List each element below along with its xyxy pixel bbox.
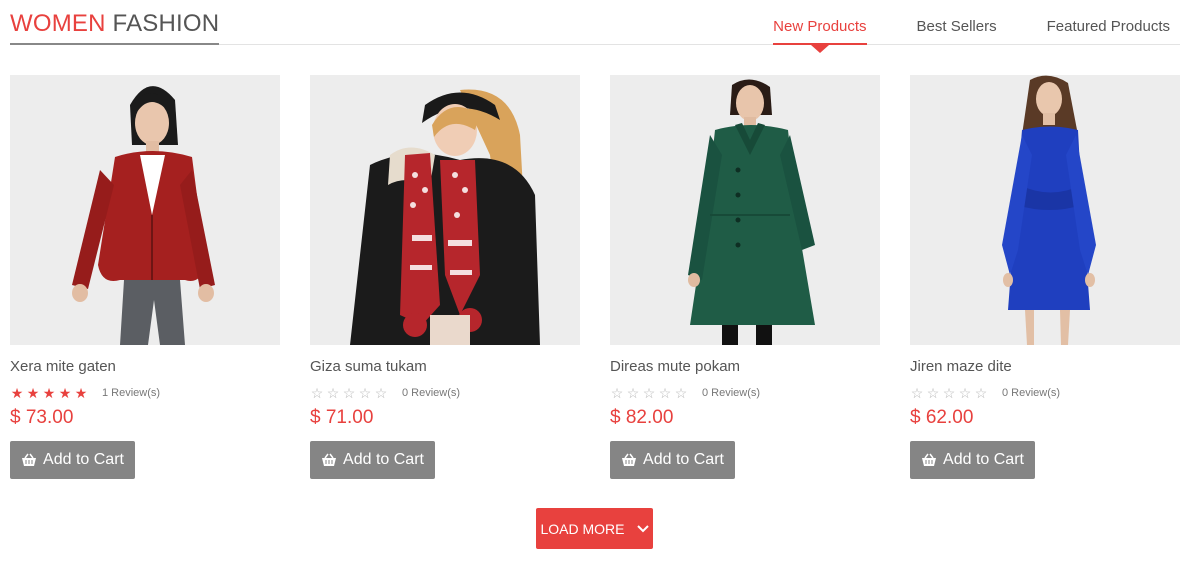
section-title-rest: FASHION bbox=[112, 10, 220, 37]
star-rating: ☆ ☆ ☆ ☆ ☆ bbox=[310, 386, 388, 400]
star-empty-icon: ☆ bbox=[626, 385, 640, 401]
product-card: Jiren maze dite ☆ ☆ ☆ ☆ ☆ 0 Review(s) $ … bbox=[910, 75, 1180, 479]
product-image[interactable] bbox=[310, 75, 580, 345]
tab-label: Best Sellers bbox=[916, 18, 997, 35]
basket-icon bbox=[622, 453, 637, 466]
star-filled-icon: ★ bbox=[26, 385, 40, 401]
load-more-label: LOAD MORE bbox=[540, 520, 625, 537]
product-tabs: New Products Best Sellers Featured Produ… bbox=[723, 18, 1170, 53]
add-to-cart-button[interactable]: Add to Cart bbox=[610, 441, 735, 479]
product-price: $ 71.00 bbox=[310, 407, 374, 428]
review-count[interactable]: 0 Review(s) bbox=[702, 387, 760, 399]
product-price: $ 62.00 bbox=[910, 407, 974, 428]
star-empty-icon: ☆ bbox=[642, 385, 656, 401]
review-count[interactable]: 0 Review(s) bbox=[402, 387, 460, 399]
product-rating: ★ ★ ★ ★ ★ 1 Review(s) bbox=[10, 385, 280, 401]
tab-new-products[interactable]: New Products bbox=[773, 18, 867, 53]
star-empty-icon: ☆ bbox=[910, 385, 924, 401]
product-image[interactable] bbox=[910, 75, 1180, 345]
star-filled-icon: ★ bbox=[42, 385, 56, 401]
review-count[interactable]: 1 Review(s) bbox=[102, 387, 160, 399]
tab-label: Featured Products bbox=[1046, 18, 1170, 35]
basket-icon bbox=[322, 453, 337, 466]
star-empty-icon: ☆ bbox=[374, 385, 388, 401]
add-to-cart-label: Add to Cart bbox=[43, 451, 124, 468]
star-filled-icon: ★ bbox=[58, 385, 72, 401]
blue-dress-model-icon bbox=[910, 75, 1180, 345]
product-card: Giza suma tukam ☆ ☆ ☆ ☆ ☆ 0 Review(s) $ … bbox=[310, 75, 580, 479]
star-empty-icon: ☆ bbox=[326, 385, 340, 401]
load-more-button[interactable]: LOAD MORE bbox=[536, 508, 653, 549]
product-name[interactable]: Giza suma tukam bbox=[310, 357, 580, 377]
star-empty-icon: ☆ bbox=[958, 385, 972, 401]
product-name[interactable]: Jiren maze dite bbox=[910, 357, 1180, 377]
star-empty-icon: ☆ bbox=[658, 385, 672, 401]
section-title: WOMEN FASHION bbox=[10, 10, 220, 45]
section-title-accent: WOMEN bbox=[10, 10, 106, 37]
tab-best-sellers[interactable]: Best Sellers bbox=[917, 18, 997, 45]
product-rating: ☆ ☆ ☆ ☆ ☆ 0 Review(s) bbox=[910, 385, 1180, 401]
product-price: $ 82.00 bbox=[610, 407, 674, 428]
star-rating: ★ ★ ★ ★ ★ bbox=[10, 386, 88, 400]
add-to-cart-button[interactable]: Add to Cart bbox=[310, 441, 435, 479]
review-count[interactable]: 0 Review(s) bbox=[1002, 387, 1060, 399]
basket-icon bbox=[22, 453, 37, 466]
chevron-down-icon bbox=[636, 524, 649, 532]
star-empty-icon: ☆ bbox=[942, 385, 956, 401]
product-rating: ☆ ☆ ☆ ☆ ☆ 0 Review(s) bbox=[610, 385, 880, 401]
star-empty-icon: ☆ bbox=[926, 385, 940, 401]
product-card: Xera mite gaten ★ ★ ★ ★ ★ 1 Review(s) $ … bbox=[10, 75, 280, 479]
product-name[interactable]: Direas mute pokam bbox=[610, 357, 880, 377]
green-coat-model-icon bbox=[610, 75, 880, 345]
star-empty-icon: ☆ bbox=[342, 385, 356, 401]
tab-featured-products[interactable]: Featured Products bbox=[1047, 18, 1170, 45]
product-image[interactable] bbox=[610, 75, 880, 345]
star-empty-icon: ☆ bbox=[358, 385, 372, 401]
add-to-cart-label: Add to Cart bbox=[643, 451, 724, 468]
product-grid: Xera mite gaten ★ ★ ★ ★ ★ 1 Review(s) $ … bbox=[10, 75, 1180, 479]
add-to-cart-label: Add to Cart bbox=[943, 451, 1024, 468]
star-empty-icon: ☆ bbox=[974, 385, 988, 401]
winter-scarf-model-icon bbox=[310, 75, 580, 345]
product-price: $ 73.00 bbox=[10, 407, 74, 428]
star-empty-icon: ☆ bbox=[674, 385, 688, 401]
add-to-cart-label: Add to Cart bbox=[343, 451, 424, 468]
star-empty-icon: ☆ bbox=[610, 385, 624, 401]
add-to-cart-button[interactable]: Add to Cart bbox=[910, 441, 1035, 479]
product-card: Direas mute pokam ☆ ☆ ☆ ☆ ☆ 0 Review(s) … bbox=[610, 75, 880, 479]
product-rating: ☆ ☆ ☆ ☆ ☆ 0 Review(s) bbox=[310, 385, 580, 401]
tab-label: New Products bbox=[773, 18, 867, 35]
basket-icon bbox=[922, 453, 937, 466]
star-rating: ☆ ☆ ☆ ☆ ☆ bbox=[910, 386, 988, 400]
add-to-cart-button[interactable]: Add to Cart bbox=[10, 441, 135, 479]
product-image[interactable] bbox=[10, 75, 280, 345]
product-name[interactable]: Xera mite gaten bbox=[10, 357, 280, 377]
star-empty-icon: ☆ bbox=[310, 385, 324, 401]
star-filled-icon: ★ bbox=[74, 385, 88, 401]
red-leather-jacket-model-icon bbox=[10, 75, 280, 345]
star-rating: ☆ ☆ ☆ ☆ ☆ bbox=[610, 386, 688, 400]
star-filled-icon: ★ bbox=[10, 385, 24, 401]
active-tab-caret-icon bbox=[810, 45, 829, 53]
section-header: WOMEN FASHION New Products Best Sellers … bbox=[10, 0, 1180, 53]
